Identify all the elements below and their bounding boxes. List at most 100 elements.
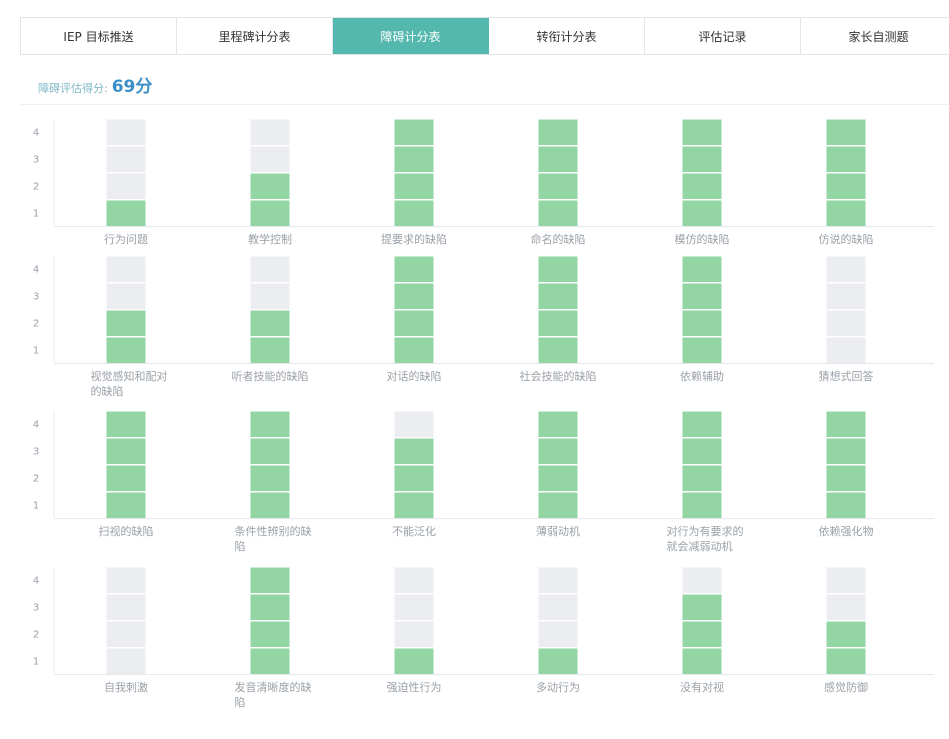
y-tick-label: 1 xyxy=(33,209,39,220)
bar-segment-filled xyxy=(250,648,290,674)
bar-segment-filled xyxy=(394,283,434,309)
bar-segment-filled xyxy=(538,438,578,464)
category-label: 行为问题 xyxy=(104,233,148,246)
bar-segment-filled xyxy=(826,119,866,145)
y-tick-label: 2 xyxy=(33,630,39,641)
bar-segment-empty xyxy=(538,594,578,620)
bar-segment-filled xyxy=(682,411,722,437)
bar-segment-filled xyxy=(250,492,290,518)
bar-segment-filled xyxy=(106,465,146,491)
bar-segment-filled xyxy=(106,200,146,226)
bar-segment-filled xyxy=(682,492,722,518)
bar-segment-filled xyxy=(394,492,434,518)
category-label: 视觉感知和配对 xyxy=(91,369,168,383)
bar-segment-filled xyxy=(682,146,722,172)
y-tick-label: 1 xyxy=(33,657,39,668)
bar-segment-filled xyxy=(250,310,290,336)
bar-segment-filled xyxy=(394,173,434,199)
bar-segment-filled xyxy=(682,438,722,464)
bar-segment-filled xyxy=(106,337,146,363)
bar-segment-filled xyxy=(250,173,290,199)
bar-segment-filled xyxy=(250,621,290,647)
bar-segment-filled xyxy=(394,465,434,491)
category-label: 听者技能的缺陷 xyxy=(232,369,309,383)
bar-segment-empty xyxy=(538,621,578,647)
y-tick-label: 3 xyxy=(33,603,39,614)
y-tick-label: 1 xyxy=(33,346,39,357)
bar-segment-filled xyxy=(682,465,722,491)
category-label: 发音清晰度的缺 xyxy=(235,680,312,694)
category-label: 扫视的缺陷 xyxy=(99,524,154,538)
bar-segment-empty xyxy=(106,119,146,145)
category-label: 陷 xyxy=(235,539,246,553)
category-label: 不能泛化 xyxy=(392,524,436,538)
bar-segment-filled xyxy=(106,411,146,437)
bar-segment-filled xyxy=(538,310,578,336)
bar-segment-empty xyxy=(250,146,290,172)
y-tick-label: 3 xyxy=(33,447,39,458)
category-label: 陷 xyxy=(235,695,246,709)
bar-segment-empty xyxy=(106,648,146,674)
category-label: 教学控制 xyxy=(248,232,292,246)
bar-segment-empty xyxy=(826,256,866,282)
y-tick-label: 2 xyxy=(33,319,39,330)
bar-segment-filled xyxy=(826,200,866,226)
y-tick-label: 1 xyxy=(33,501,39,512)
bar-segment-filled xyxy=(250,200,290,226)
category-label: 社会技能的缺陷 xyxy=(520,369,597,383)
bar-segment-empty xyxy=(826,594,866,620)
bar-segment-filled xyxy=(538,283,578,309)
bar-segment-filled xyxy=(250,567,290,593)
y-tick-label: 4 xyxy=(33,265,39,276)
bar-segment-empty xyxy=(538,567,578,593)
bar-segment-filled xyxy=(394,438,434,464)
bar-segment-filled xyxy=(826,492,866,518)
category-label: 对话的缺陷 xyxy=(387,369,442,383)
bar-segment-filled xyxy=(682,119,722,145)
barrier-score-charts: 1 2 3 4 行为问题 教学控制 提要求的缺陷 命名的缺陷 模仿的缺陷 仿说的缺陷 1 2 3 4 视觉感… xyxy=(33,119,934,709)
bar-segment-empty xyxy=(106,256,146,282)
bar-segment-empty xyxy=(106,173,146,199)
bar-segment-filled xyxy=(826,146,866,172)
bar-segment-filled xyxy=(826,465,866,491)
category-label: 多动行为 xyxy=(536,680,580,694)
bar-segment-filled xyxy=(538,411,578,437)
y-tick-label: 4 xyxy=(33,576,39,587)
category-label: 自我刺激 xyxy=(104,680,148,694)
bar-segment-empty xyxy=(106,621,146,647)
bar-segment-empty xyxy=(394,621,434,647)
bar-segment-filled xyxy=(538,173,578,199)
bar-segment-empty xyxy=(106,146,146,172)
category-label: 的缺陷 xyxy=(91,384,124,398)
y-tick-label: 3 xyxy=(33,155,39,166)
y-tick-label: 2 xyxy=(33,474,39,485)
bar-segment-filled xyxy=(394,119,434,145)
bar-segment-filled xyxy=(106,438,146,464)
bar-segment-filled xyxy=(682,621,722,647)
bar-segment-empty xyxy=(826,283,866,309)
bar-segment-empty xyxy=(682,567,722,593)
bar-segment-filled xyxy=(682,337,722,363)
category-label: 仿说的缺陷 xyxy=(819,232,874,246)
bar-segment-filled xyxy=(250,411,290,437)
bar-segment-empty xyxy=(394,594,434,620)
bar-segment-empty xyxy=(106,594,146,620)
bar-segment-filled xyxy=(538,492,578,518)
y-tick-label: 4 xyxy=(33,420,39,431)
bar-segment-filled xyxy=(682,283,722,309)
category-label: 依赖辅助 xyxy=(680,369,724,383)
bar-segment-filled xyxy=(682,310,722,336)
category-label: 模仿的缺陷 xyxy=(675,232,730,246)
category-label: 就会减弱动机 xyxy=(667,539,733,553)
bar-segment-filled xyxy=(538,256,578,282)
bar-segment-empty xyxy=(826,337,866,363)
category-label: 提要求的缺陷 xyxy=(381,232,447,246)
bar-segment-filled xyxy=(826,648,866,674)
category-label: 对行为有要求的 xyxy=(667,524,744,538)
bar-segment-filled xyxy=(538,465,578,491)
bar-segment-empty xyxy=(106,567,146,593)
bar-segment-empty xyxy=(826,567,866,593)
category-label: 强迫性行为 xyxy=(387,680,442,694)
bar-segment-empty xyxy=(250,256,290,282)
bar-segment-empty xyxy=(250,283,290,309)
